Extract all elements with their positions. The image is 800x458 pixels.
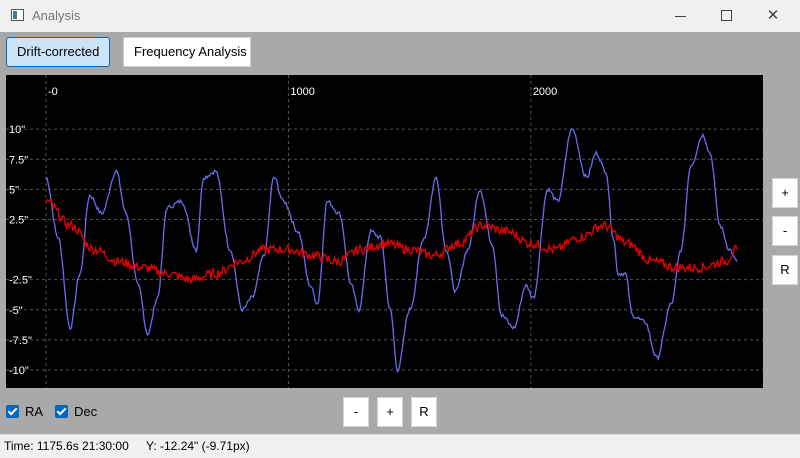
y-tick-label: 7.5" [9, 154, 28, 166]
zoom-in-x-button[interactable]: + [377, 397, 403, 427]
maximize-icon [720, 9, 732, 21]
close-icon: ✕ [766, 6, 780, 24]
y-tick-label: -5" [9, 305, 23, 317]
ra-checkbox-label: RA [25, 404, 44, 419]
status-time: Time: 1175.6s 21:30:00 [4, 439, 129, 453]
ra-series-line [45, 128, 738, 374]
y-tick-label: 2.5" [9, 214, 28, 226]
y-tick-label: 10" [9, 124, 25, 136]
app-icon [11, 9, 24, 21]
reset-y-button[interactable]: R [772, 255, 798, 285]
x-tick-label: 1000 [290, 86, 314, 98]
tab-drift-corrected[interactable]: Drift-corrected [6, 37, 111, 67]
checkmark-icon [55, 405, 68, 418]
dec-series-line [45, 198, 738, 285]
zoom-out-y-button[interactable]: - [772, 216, 798, 246]
y-tick-label: 5" [9, 184, 19, 196]
drift-plot[interactable]: 10" 7.5" 5" 2.5" -2.5" -5" -7.5" -10" -0 1000 2000 [6, 75, 763, 388]
status-bar: Time: 1175.6s 21:30:00 Y: -12.24" (-9.71… [0, 434, 800, 458]
zoom-in-y-button[interactable]: + [772, 178, 798, 208]
minimize-button[interactable] [657, 0, 703, 32]
x-tick-label: 2000 [533, 86, 557, 98]
close-button[interactable]: ✕ [750, 0, 796, 32]
minimize-icon [674, 16, 686, 17]
window-title: Analysis [32, 8, 81, 23]
status-y-readout: Y: -12.24" (-9.71px) [146, 439, 250, 453]
reset-x-button[interactable]: R [411, 397, 437, 427]
x-tick-label: -0 [48, 86, 58, 98]
drift-chart: 10" 7.5" 5" 2.5" -2.5" -5" -7.5" -10" -0 1000 2000 [6, 75, 763, 388]
tab-frequency-analysis[interactable]: Frequency Analysis [123, 37, 251, 67]
zoom-out-x-button[interactable]: - [343, 397, 369, 427]
y-tick-label: -2.5" [9, 275, 32, 287]
y-tick-label: -7.5" [9, 335, 32, 347]
title-bar: Analysis ✕ [0, 0, 800, 32]
maximize-button[interactable] [703, 0, 749, 32]
checkmark-icon [6, 405, 19, 418]
dec-checkbox-label: Dec [74, 404, 98, 419]
y-tick-label: -10" [9, 365, 29, 377]
